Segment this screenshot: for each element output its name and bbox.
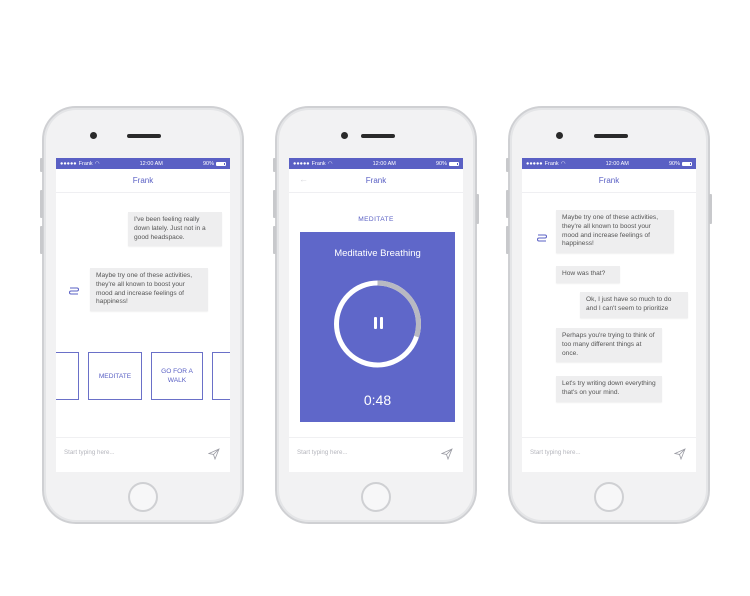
meditation-screen: ●●●●● Frank ◠ 12:00 AM 90% ← Frank MEDIT… [289, 158, 463, 472]
carrier-name: Frank [544, 160, 559, 167]
front-camera [90, 132, 97, 139]
home-button[interactable] [594, 482, 624, 512]
phone-mockup-2: ●●●●● Frank ◠ 12:00 AM 90% ← Frank MEDIT… [273, 106, 479, 524]
battery-percent: 90% [435, 160, 447, 167]
status-bar: ●●●●● Frank ◠ 12:00 AM 90% [289, 158, 463, 169]
send-icon[interactable] [207, 447, 220, 461]
carrier-name: Frank [311, 160, 326, 167]
contact-name: Frank [132, 176, 154, 185]
chat-header: ← Frank [289, 169, 463, 193]
wifi-icon: ◠ [94, 160, 100, 167]
battery-percent: 90% [202, 160, 214, 167]
front-camera [556, 132, 563, 139]
phone-mockup-3: ●●●●● Frank ◠ 12:00 AM 90% Frank Maybe t… [506, 106, 712, 524]
battery-icon [448, 161, 459, 166]
status-time: 12:00 AM [605, 160, 629, 167]
message-input[interactable]: Start typing here... [297, 449, 348, 456]
status-bar: ●●●●● Frank ◠ 12:00 AM 90% [522, 158, 696, 169]
carrier-name: Frank [78, 160, 93, 167]
battery-icon [681, 161, 692, 166]
activity-card-partial-right[interactable] [212, 352, 230, 400]
chat-screen: ●●●●● Frank ◠ 12:00 AM 90% Frank Maybe t… [522, 158, 696, 472]
wifi-icon: ◠ [560, 160, 566, 167]
chat-header: Frank [56, 169, 230, 193]
exercise-title: Meditative Breathing [334, 248, 421, 259]
signal-dots: ●●●●● [293, 160, 310, 167]
bot-message: Let's try writing down everything that's… [556, 376, 662, 402]
message-input-bar: Start typing here... [56, 437, 230, 472]
user-message: Ok, I just have so much to do and I can'… [580, 292, 688, 318]
battery-icon [215, 161, 226, 166]
bot-message: How was that? [556, 266, 620, 283]
earpiece-speaker [361, 134, 395, 138]
bot-avatar-icon [68, 285, 80, 300]
message-input[interactable]: Start typing here... [64, 449, 115, 456]
message-input[interactable]: Start typing here... [530, 449, 581, 456]
bot-message: Maybe try one of these activities, they'… [90, 268, 208, 312]
status-time: 12:00 AM [139, 160, 163, 167]
pause-icon [373, 317, 383, 329]
earpiece-speaker [594, 134, 628, 138]
home-button[interactable] [361, 482, 391, 512]
contact-name: Frank [365, 176, 387, 185]
bot-avatar-icon [536, 232, 548, 247]
status-time: 12:00 AM [372, 160, 396, 167]
phone-mockup-1: ●●●●● Frank ◠ 12:00 AM 90% Frank I've be… [40, 106, 244, 524]
message-input-bar: Start typing here... [522, 437, 696, 472]
section-label: MEDITATE [358, 216, 394, 223]
signal-dots: ●●●●● [526, 160, 543, 167]
meditation-panel: Meditative Breathing 0:48 [300, 232, 455, 422]
countdown-timer: 0:48 [363, 392, 392, 408]
activity-card-meditate[interactable]: MEDITATE [88, 352, 142, 400]
activity-card-partial-left[interactable] [56, 352, 79, 400]
wifi-icon: ◠ [327, 160, 333, 167]
battery-percent: 90% [668, 160, 680, 167]
activity-card-walk[interactable]: GO FOR A WALK [151, 352, 203, 400]
back-arrow-icon[interactable]: ← [299, 174, 308, 184]
status-bar: ●●●●● Frank ◠ 12:00 AM 90% [56, 158, 230, 169]
chat-screen: ●●●●● Frank ◠ 12:00 AM 90% Frank I've be… [56, 158, 230, 472]
contact-name: Frank [598, 176, 620, 185]
bot-message: Perhaps you're trying to think of too ma… [556, 328, 662, 363]
pause-button[interactable] [365, 310, 391, 336]
front-camera [341, 132, 348, 139]
bot-message: Maybe try one of these activities, they'… [556, 210, 674, 254]
home-button[interactable] [128, 482, 158, 512]
send-icon[interactable] [673, 447, 686, 461]
chat-header: Frank [522, 169, 696, 193]
signal-dots: ●●●●● [60, 160, 77, 167]
user-message: I've been feeling really down lately. Ju… [128, 212, 222, 247]
message-input-bar: Start typing here... [289, 437, 463, 472]
earpiece-speaker [127, 134, 161, 138]
send-icon[interactable] [440, 447, 453, 461]
